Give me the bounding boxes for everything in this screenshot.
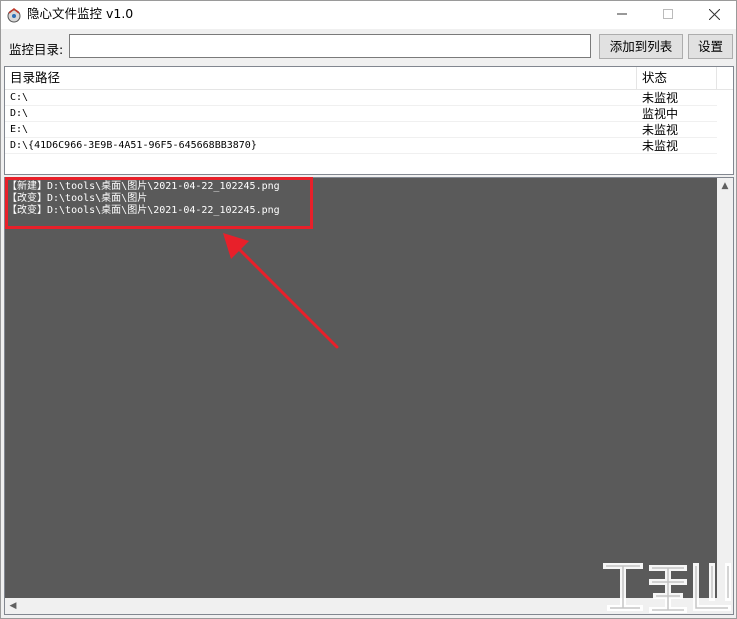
monitor-dir-input[interactable] [69,34,591,58]
directory-list[interactable]: 目录路径 状态 C:\ 未监视 D:\ 监视中 E:\ 未监视 D:\{41D6… [4,66,734,175]
row-path: D:\{41D6C966-3E9B-4A51-96F5-645668BB3870… [10,140,257,151]
row-status: 未监视 [642,123,679,137]
maximize-button[interactable] [645,1,691,29]
monitor-dir-label: 监控目录: [9,42,64,57]
annotation-highlight-box [5,177,313,229]
column-header-status[interactable]: 状态 [637,67,717,89]
minimize-icon [617,13,627,15]
annotation-arrow-icon [223,233,339,349]
settings-button[interactable]: 设置 [688,34,733,59]
list-header: 目录路径 状态 [5,67,733,90]
log-output[interactable]: 【新建】D:\tools\桌面\图片\2021-04-22_102245.png… [4,177,734,615]
app-logo-icon [7,8,21,23]
close-button[interactable] [691,1,737,29]
scroll-left-icon[interactable]: ◀ [5,598,21,614]
row-status: 监视中 [642,107,679,121]
row-path: C:\ [10,92,29,103]
list-row[interactable]: D:\{41D6C966-3E9B-4A51-96F5-645668BB3870… [5,138,717,154]
minimize-button[interactable] [599,1,645,29]
row-path: D:\ [10,108,29,119]
watermark-logo-icon [603,563,731,613]
list-row[interactable]: D:\ 监视中 [5,106,717,122]
row-status: 未监视 [642,139,679,153]
close-icon [708,8,720,21]
list-row[interactable]: C:\ 未监视 [5,90,717,106]
row-status: 未监视 [642,91,679,105]
add-to-list-button[interactable]: 添加到列表 [599,34,683,59]
app-window: 隐心文件监控 v1.0 监控目录: 添加到列表 设置 目录路径 状态 C:\ 未… [0,0,737,619]
scroll-up-icon[interactable]: ▲ [717,178,733,194]
vertical-scrollbar[interactable]: ▲ [717,178,733,598]
maximize-icon [663,9,673,19]
column-header-path[interactable]: 目录路径 [5,67,637,89]
toolbar: 监控目录: 添加到列表 设置 [1,29,736,65]
title-bar[interactable]: 隐心文件监控 v1.0 [1,1,736,29]
list-row[interactable]: E:\ 未监视 [5,122,717,138]
window-title: 隐心文件监控 v1.0 [27,6,134,21]
row-path: E:\ [10,124,29,135]
